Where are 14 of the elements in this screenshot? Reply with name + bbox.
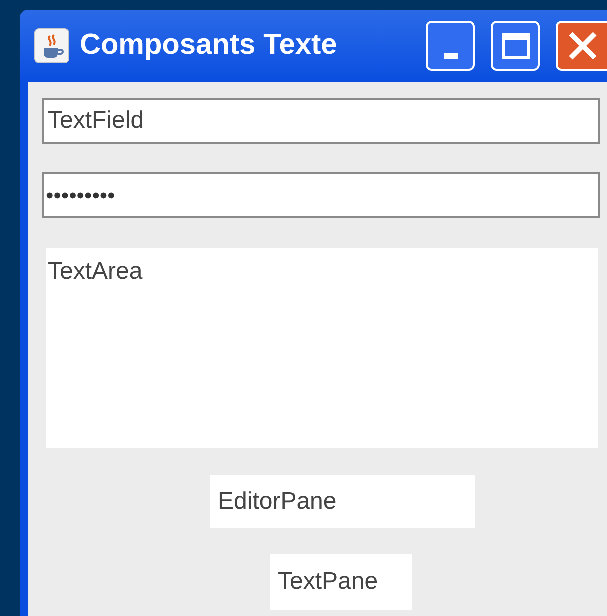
editor-pane[interactable]: EditorPane — [210, 475, 475, 528]
minimize-icon — [444, 53, 458, 59]
text-area-content: TextArea — [48, 258, 143, 285]
text-pane[interactable]: TextPane — [270, 554, 412, 610]
maximize-button[interactable] — [491, 21, 540, 71]
text-area[interactable]: TextArea — [46, 248, 598, 448]
coffee-cup-icon — [34, 28, 70, 64]
close-button[interactable] — [556, 21, 607, 71]
minimize-button[interactable] — [426, 21, 475, 71]
close-icon — [568, 31, 598, 61]
maximize-icon — [502, 33, 530, 59]
password-field[interactable]: ••••••••• — [42, 172, 600, 218]
text-field[interactable]: TextField — [42, 98, 600, 144]
window-title: Composants Texte — [80, 28, 338, 64]
